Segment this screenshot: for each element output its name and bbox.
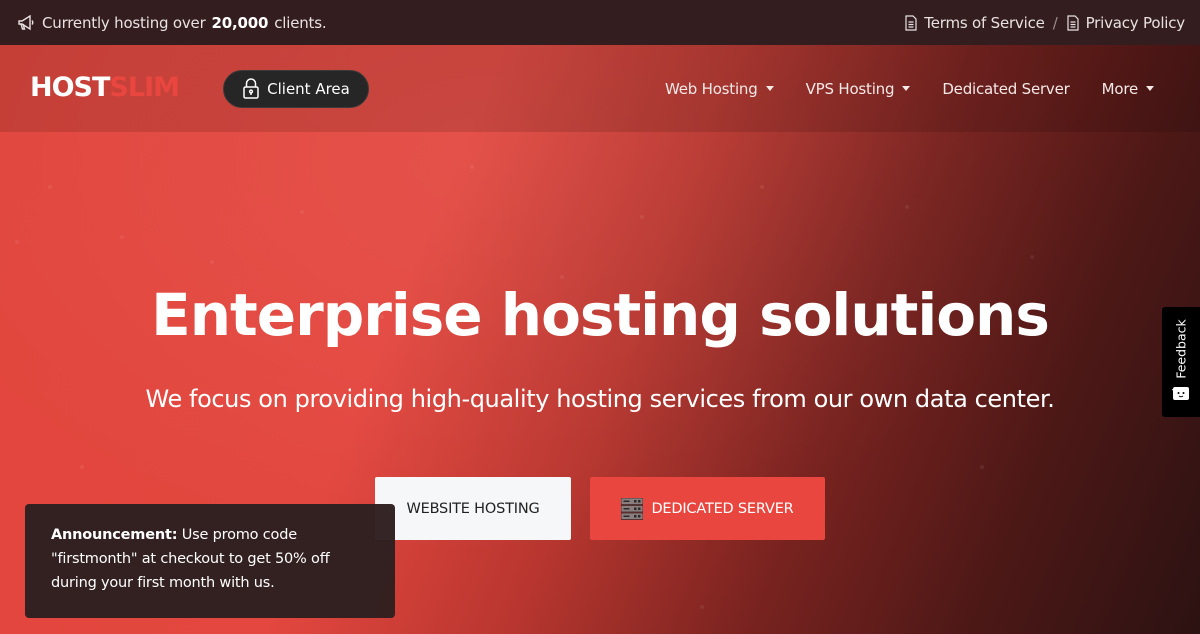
- nav-vps-hosting-label: VPS Hosting: [805, 79, 895, 98]
- dedicated-server-button[interactable]: DEDICATED SERVER: [590, 477, 825, 540]
- hosting-announcement: Currently hosting over 20,000 clients.: [16, 13, 327, 32]
- headline-word-3: solutions: [759, 281, 1050, 349]
- nav-dedicated-server[interactable]: Dedicated Server: [942, 80, 1069, 98]
- client-area-button[interactable]: Client Area: [223, 70, 369, 108]
- hero-headline: Enterprise hosting solutions: [0, 281, 1200, 349]
- hosting-text-suffix: clients.: [274, 13, 327, 32]
- legal-links: Terms of Service / Privacy Policy: [904, 14, 1185, 32]
- hero-section: HOSTSLIM Client Area Web Hosting VPS Hos…: [0, 45, 1200, 634]
- nav-web-hosting-label: Web Hosting: [664, 79, 758, 98]
- caret-down-icon: [1146, 86, 1154, 91]
- hosting-client-count: 20,000: [211, 13, 269, 32]
- nav-web-hosting[interactable]: Web Hosting: [665, 80, 774, 98]
- logo-host: HOST: [30, 72, 110, 103]
- headline-word-1: Enterprise: [151, 281, 482, 349]
- website-hosting-button[interactable]: WEBSITE HOSTING: [375, 477, 571, 540]
- privacy-policy-link[interactable]: Privacy Policy: [1086, 14, 1186, 32]
- terms-of-service-link[interactable]: Terms of Service: [924, 14, 1045, 32]
- caret-down-icon: [902, 86, 911, 91]
- dedicated-server-label: DEDICATED SERVER: [651, 500, 794, 517]
- link-separator: /: [1052, 13, 1058, 32]
- nav-vps-hosting[interactable]: VPS Hosting: [806, 80, 911, 98]
- hostslim-logo[interactable]: HOSTSLIM: [30, 72, 180, 103]
- nav-more[interactable]: More: [1102, 80, 1154, 98]
- nav-menu: Web Hosting VPS Hosting Dedicated Server…: [633, 45, 1154, 132]
- nav-more-label: More: [1101, 79, 1139, 98]
- caret-down-icon: [765, 86, 774, 91]
- headline-word-2: hosting: [500, 281, 741, 349]
- website-hosting-label: WEBSITE HOSTING: [406, 500, 540, 517]
- top-info-bar: Currently hosting over 20,000 clients. T…: [0, 0, 1200, 45]
- announcement-popup: Announcement: Use promo code "firstmonth…: [25, 504, 395, 618]
- lock-icon: [242, 78, 260, 100]
- main-navbar: HOSTSLIM Client Area Web Hosting VPS Hos…: [0, 45, 1200, 132]
- server-rack-icon: [621, 497, 644, 520]
- document-icon: [1066, 14, 1080, 31]
- feedback-tab[interactable]: Feedback: [1162, 307, 1200, 417]
- client-area-label: Client Area: [267, 80, 350, 98]
- chat-face-icon: [1172, 386, 1190, 406]
- logo-slim: SLIM: [109, 72, 180, 103]
- feedback-label: Feedback: [1173, 319, 1189, 379]
- announcement-title: Announcement:: [51, 527, 178, 543]
- megaphone-icon: [16, 14, 36, 32]
- nav-dedicated-server-label: Dedicated Server: [942, 79, 1070, 98]
- hosting-text-prefix: Currently hosting over: [42, 13, 206, 32]
- hero-subheadline: We focus on providing high-quality hosti…: [145, 385, 1055, 413]
- document-icon: [904, 14, 918, 31]
